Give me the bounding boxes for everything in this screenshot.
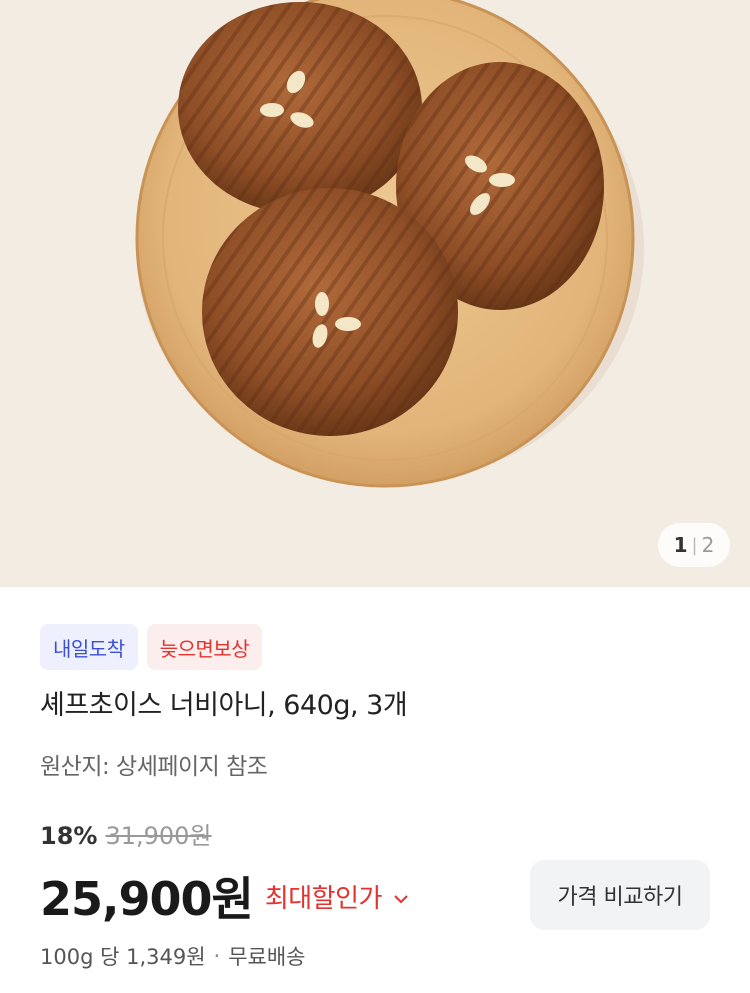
chevron-down-icon bbox=[394, 881, 408, 911]
delivery-badge: 내일도착 bbox=[40, 624, 138, 670]
discount-rate: 18% bbox=[40, 822, 98, 850]
patty-3 bbox=[202, 188, 458, 436]
max-discount-toggle[interactable]: 최대할인가 bbox=[265, 878, 408, 915]
late-compensation-badge: 늦으면보상 bbox=[146, 624, 263, 670]
patty-1 bbox=[178, 2, 422, 214]
product-info: 내일도착 늦으면보상 셰프초이스 너비아니, 640g, 3개 원산지: 상세페… bbox=[0, 587, 750, 993]
unit-price-row: 100g 당 1,349원 · 무료배송 bbox=[40, 941, 306, 971]
unit-price: 100g 당 1,349원 bbox=[40, 945, 206, 969]
badge-group: 내일도착 늦으면보상 bbox=[40, 624, 263, 670]
pager-total: 2 bbox=[701, 533, 715, 557]
sale-price: 25,900원 bbox=[40, 872, 254, 926]
product-origin: 원산지: 상세페이지 참조 bbox=[40, 754, 268, 780]
product-title: 셰프초이스 너비아니, 640g, 3개 bbox=[40, 690, 408, 721]
original-price: 31,900원 bbox=[105, 822, 212, 850]
pager-current: 1 bbox=[673, 533, 688, 557]
shipping-info: 무료배송 bbox=[228, 945, 306, 969]
pager-separator: | bbox=[691, 534, 698, 556]
discount-row: 18% 31,900원 bbox=[40, 816, 212, 851]
price-compare-button[interactable]: 가격 비교하기 bbox=[530, 860, 710, 930]
price-row: 25,900원 최대할인가 bbox=[40, 863, 408, 929]
separator-dot: · bbox=[213, 944, 221, 968]
image-pager[interactable]: 1 | 2 bbox=[658, 523, 730, 567]
product-image-gallery[interactable]: 1 | 2 bbox=[0, 0, 750, 587]
max-discount-label: 최대할인가 bbox=[264, 883, 383, 914]
product-photo bbox=[0, 0, 750, 587]
